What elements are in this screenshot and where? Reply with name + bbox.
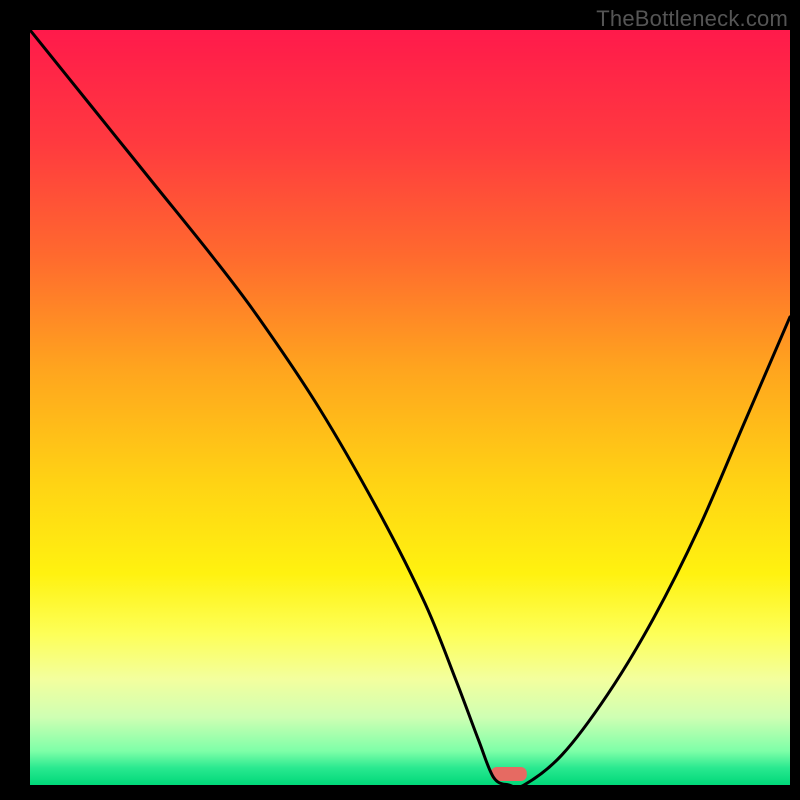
watermark-label: TheBottleneck.com <box>596 6 788 32</box>
plot-area <box>30 30 790 785</box>
gradient-background <box>30 30 790 785</box>
chart-frame: TheBottleneck.com <box>0 0 800 800</box>
chart-svg <box>30 30 790 785</box>
